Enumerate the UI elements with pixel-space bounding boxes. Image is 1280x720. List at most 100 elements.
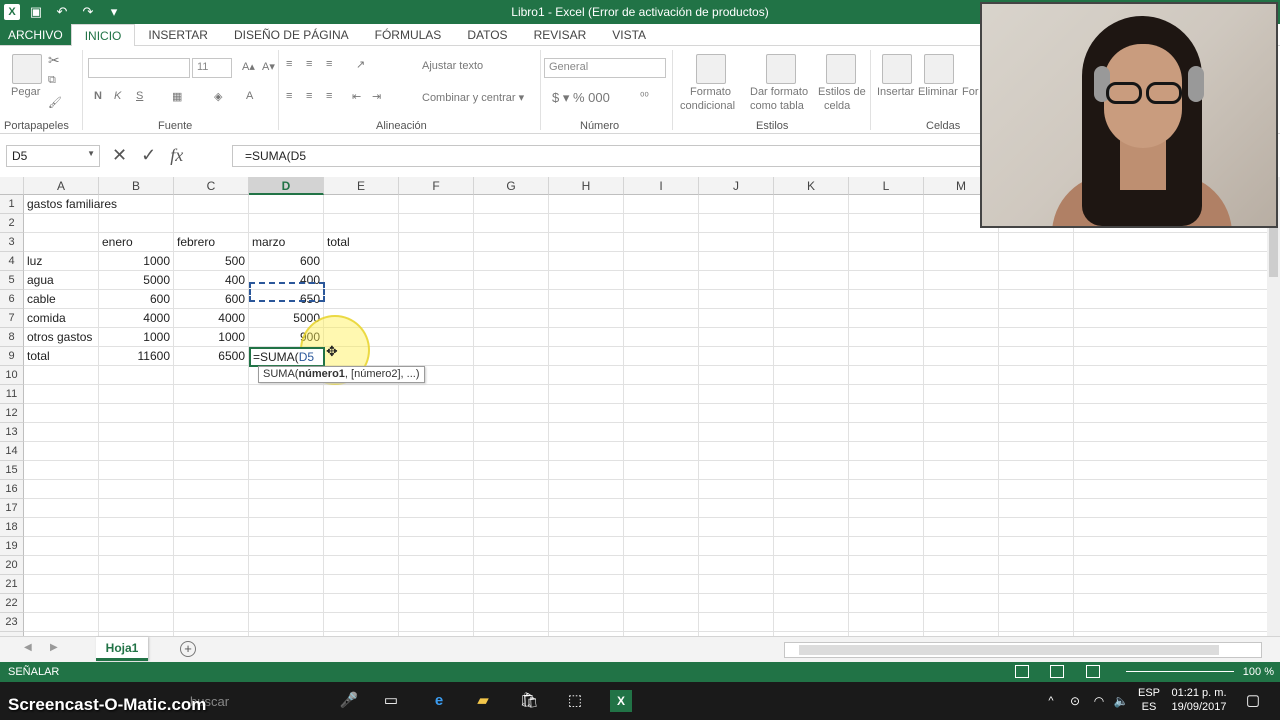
column-header[interactable]: J [699, 177, 774, 195]
cell-c3[interactable]: febrero [174, 233, 249, 252]
cell-a5[interactable]: agua [24, 271, 99, 290]
cell-b8[interactable]: 1000 [99, 328, 174, 347]
font-name-select[interactable] [88, 58, 190, 78]
page-layout-icon[interactable] [1050, 665, 1064, 678]
conditional-format-label-1[interactable]: Formato [690, 86, 731, 98]
column-header[interactable]: I [624, 177, 699, 195]
tab-inicio[interactable]: INICIO [70, 24, 136, 47]
horizontal-scrollbar[interactable] [784, 642, 1262, 658]
cell-b6[interactable]: 600 [99, 290, 174, 309]
fill-color-icon[interactable]: ◈ [214, 90, 222, 103]
network-icon[interactable]: ⊙ [1064, 690, 1086, 712]
cell-a4[interactable]: luz [24, 252, 99, 271]
cell-c5[interactable]: 400 [174, 271, 249, 290]
column-header[interactable]: K [774, 177, 849, 195]
delete-cells-icon[interactable] [924, 54, 954, 84]
row-header[interactable]: 19 [0, 537, 24, 556]
prev-sheet-icon[interactable]: ◀ [24, 642, 32, 653]
cell-d4[interactable]: 600 [249, 252, 324, 271]
sheet-tab-hoja1[interactable]: Hoja1 [96, 637, 148, 661]
cell-c4[interactable]: 500 [174, 252, 249, 271]
zoom-slider[interactable] [1126, 671, 1234, 672]
microphone-icon[interactable]: 🎤 [338, 690, 360, 712]
row-header[interactable]: 22 [0, 594, 24, 613]
cell-a1[interactable]: gastos familiares [24, 195, 174, 214]
cell-c6[interactable]: 600 [174, 290, 249, 309]
number-format-select[interactable]: General [544, 58, 666, 78]
decrease-indent-icon[interactable]: ⇤ [352, 90, 361, 103]
align-middle-icon[interactable]: ≡ [306, 58, 312, 70]
format-cells-label[interactable]: For [962, 86, 979, 98]
row-header[interactable]: 12 [0, 404, 24, 423]
column-header[interactable]: H [549, 177, 624, 195]
row-header[interactable]: 10 [0, 366, 24, 385]
name-box[interactable]: D5 ▼ [6, 145, 100, 167]
column-header[interactable]: D [249, 177, 324, 195]
tab-archivo[interactable]: ARCHIVO [0, 24, 71, 45]
task-view-icon[interactable]: ▭ [380, 690, 402, 712]
tab-datos[interactable]: DATOS [454, 24, 520, 45]
row-header[interactable]: 2 [0, 214, 24, 233]
currency-icon[interactable]: $ ▾ % 000 [552, 90, 610, 106]
tooltip-arg1[interactable]: número1 [298, 368, 344, 380]
tab-revisar[interactable]: REVISAR [521, 24, 600, 45]
row-header[interactable]: 1 [0, 195, 24, 214]
borders-icon[interactable]: ▦ [172, 90, 182, 103]
row-header[interactable]: 4 [0, 252, 24, 271]
align-top-icon[interactable]: ≡ [286, 58, 292, 70]
increase-font-icon[interactable]: A▴ [242, 60, 255, 73]
cell-e3[interactable]: total [324, 233, 399, 252]
column-header[interactable]: L [849, 177, 924, 195]
language-indicator[interactable]: ESP ES [1135, 686, 1163, 714]
row-header[interactable]: 14 [0, 442, 24, 461]
row-header[interactable]: 18 [0, 518, 24, 537]
column-header[interactable]: A [24, 177, 99, 195]
cell-b4[interactable]: 1000 [99, 252, 174, 271]
vertical-scrollbar[interactable] [1267, 177, 1280, 636]
cut-icon[interactable]: ✂ [48, 52, 60, 69]
volume-icon[interactable]: 🔈 [1110, 690, 1132, 712]
row-header[interactable]: 23 [0, 613, 24, 632]
insert-function-icon[interactable]: fx [170, 145, 183, 166]
font-color-icon[interactable]: A [246, 90, 253, 102]
notification-icon[interactable]: ▢ [1242, 690, 1264, 712]
next-sheet-icon[interactable]: ▶ [50, 642, 58, 653]
cell-b5[interactable]: 5000 [99, 271, 174, 290]
delete-cells-label[interactable]: Eliminar [918, 86, 958, 98]
tab-formulas[interactable]: FÓRMULAS [362, 24, 455, 45]
show-hidden-icon[interactable]: ^ [1040, 690, 1062, 712]
row-header[interactable]: 7 [0, 309, 24, 328]
cell-styles-icon[interactable] [826, 54, 856, 84]
add-sheet-button[interactable]: + [180, 641, 196, 657]
paste-icon[interactable] [12, 54, 42, 84]
format-painter-icon[interactable]: 🖌 [48, 96, 62, 109]
cell-c8[interactable]: 1000 [174, 328, 249, 347]
tab-vista[interactable]: VISTA [599, 24, 659, 45]
cell-a9[interactable]: total [24, 347, 99, 366]
column-header[interactable]: G [474, 177, 549, 195]
align-left-icon[interactable]: ≡ [286, 90, 292, 102]
select-all-corner[interactable] [0, 177, 24, 195]
normal-view-icon[interactable] [1015, 665, 1029, 678]
format-table-label-1[interactable]: Dar formato [750, 86, 808, 98]
align-center-icon[interactable]: ≡ [306, 90, 312, 102]
italic-button[interactable]: K [114, 90, 121, 102]
snipping-icon[interactable]: ⬚ [564, 690, 586, 712]
increase-indent-icon[interactable]: ⇥ [372, 90, 381, 103]
excel-taskbar-icon[interactable]: X [610, 690, 632, 712]
cell-c7[interactable]: 4000 [174, 309, 249, 328]
cell-a8[interactable]: otros gastos [24, 328, 99, 347]
row-header[interactable]: 5 [0, 271, 24, 290]
decrease-font-icon[interactable]: A▾ [262, 60, 275, 73]
cell-d3[interactable]: marzo [249, 233, 324, 252]
active-cell-editor[interactable]: =SUMA(D5 [249, 347, 325, 367]
zoom-level[interactable]: 100 % [1243, 666, 1274, 678]
font-size-select[interactable]: 11 [192, 58, 232, 78]
cancel-icon[interactable]: ✕ [112, 145, 127, 166]
format-table-icon[interactable] [766, 54, 796, 84]
cell-b3[interactable]: enero [99, 233, 174, 252]
edge-icon[interactable]: e [428, 690, 450, 712]
page-break-icon[interactable] [1086, 665, 1100, 678]
function-tooltip[interactable]: SUMA(número1, [número2], ...) [258, 366, 425, 383]
align-right-icon[interactable]: ≡ [326, 90, 332, 102]
